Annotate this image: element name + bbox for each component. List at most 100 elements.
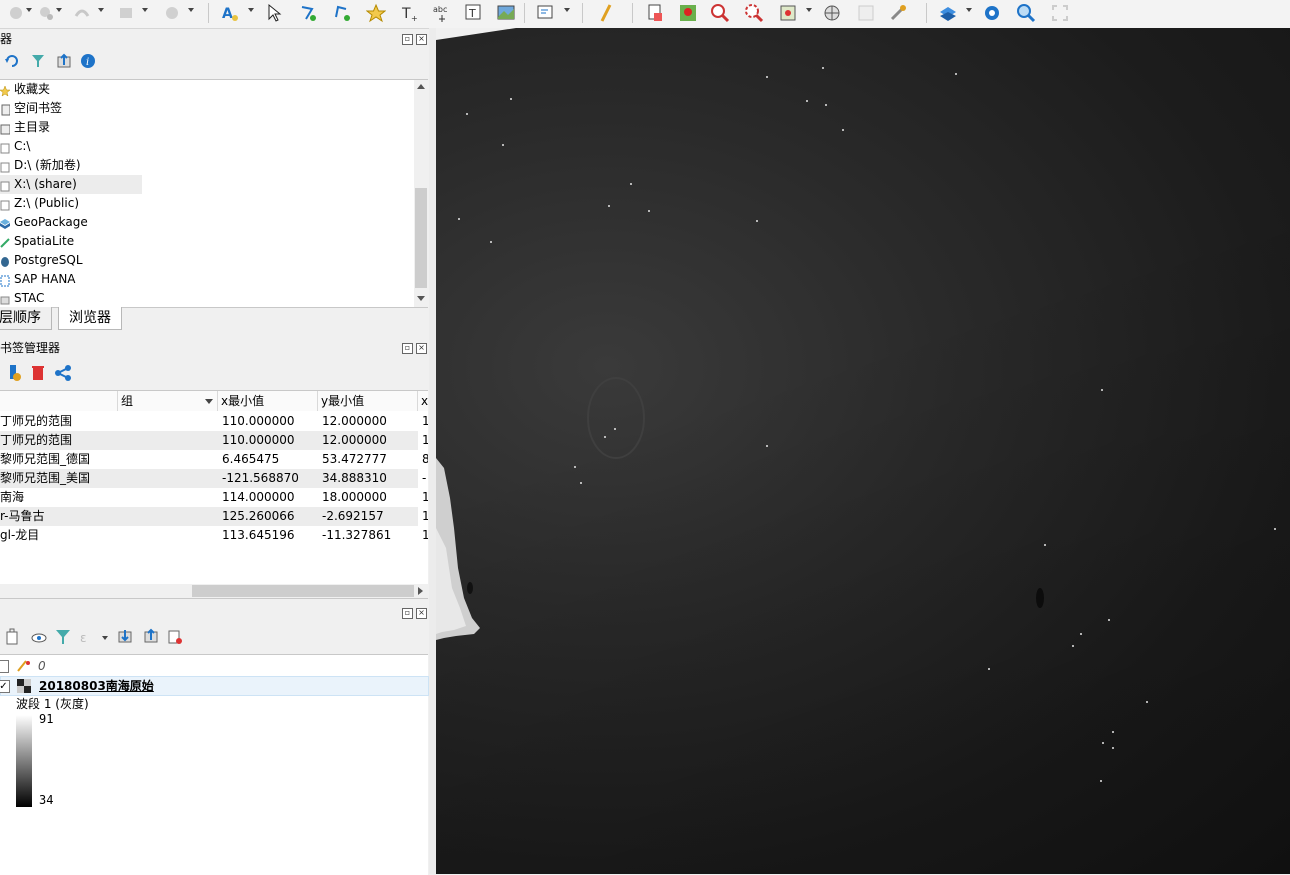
postgresql-icon	[0, 255, 10, 267]
table-row[interactable]: 南海 114.000000 18.000000 1	[0, 488, 428, 507]
tree-item-drive-x[interactable]: X:\ (share)	[0, 175, 77, 194]
globe-icon[interactable]	[820, 2, 844, 24]
svg-text:abc: abc	[433, 5, 447, 14]
add-circle-icon[interactable]	[160, 2, 184, 24]
pin-icon[interactable]	[676, 2, 700, 24]
horizontal-scrollbar[interactable]	[0, 584, 428, 598]
layers-icon[interactable]	[936, 2, 960, 24]
text-icon[interactable]: T +	[398, 2, 422, 24]
svg-text:T: T	[468, 7, 476, 20]
column-header-ymin[interactable]: y最小值	[318, 391, 418, 411]
vertex-tool-icon[interactable]	[330, 2, 354, 24]
delete-bookmark-icon[interactable]	[30, 364, 46, 385]
map-canvas[interactable]	[436, 28, 1290, 874]
expand-all-icon[interactable]	[116, 628, 134, 649]
tree-item-home[interactable]: 主目录	[0, 118, 50, 137]
tree-item-favorites[interactable]: 收藏夹	[0, 80, 50, 99]
legend-min-value: 34	[39, 793, 54, 807]
table-row[interactable]: r-马鲁古 125.260066 -2.692157 1	[0, 507, 428, 526]
layer-item[interactable]: 0	[0, 657, 428, 675]
share-icon[interactable]	[54, 364, 72, 385]
column-header-xmin[interactable]: x最小值	[218, 391, 318, 411]
tree-item-geopackage[interactable]: GeoPackage	[0, 213, 88, 232]
tree-item-drive-z[interactable]: Z:\ (Public)	[0, 194, 79, 213]
home-folder-icon	[0, 122, 11, 134]
table-row[interactable]: gl-龙目 113.645196 -11.327861 1	[0, 526, 428, 545]
select-icon[interactable]	[262, 2, 286, 24]
zoom-full-icon[interactable]	[742, 2, 766, 24]
add-rect-icon[interactable]	[114, 2, 138, 24]
text-annotation-icon[interactable]: T	[462, 2, 486, 24]
expression-filter-icon[interactable]: ε	[78, 628, 96, 649]
select-feature-icon[interactable]	[776, 2, 800, 24]
main-toolbar: A T + abc T	[0, 0, 1290, 29]
tree-item-stac[interactable]: STAC	[0, 289, 44, 307]
browser-scrollbar[interactable]	[414, 80, 428, 307]
node-tool-icon[interactable]	[296, 2, 320, 24]
table-row[interactable]: 黎师兄范围_德国 6.465475 53.472777 8	[0, 450, 428, 469]
add-polygon-icon[interactable]	[34, 2, 58, 24]
add-layer-group-icon[interactable]	[4, 2, 28, 24]
table-row[interactable]: 黎师兄范围_美国 -121.568870 34.888310 -	[0, 469, 426, 488]
remove-layer-icon[interactable]	[166, 628, 184, 649]
tree-item-drive-d[interactable]: D:\ (新加卷)	[0, 156, 81, 175]
refresh-icon[interactable]	[4, 53, 20, 72]
layer-checkbox[interactable]	[0, 660, 9, 673]
raster-layer-icon	[17, 679, 31, 696]
close-panel-button[interactable]: ×	[416, 343, 427, 354]
float-panel-button[interactable]: ▫	[402, 34, 413, 45]
sort-indicator-icon	[205, 399, 213, 404]
filter-legend-icon[interactable]	[54, 628, 72, 649]
panel-splitter[interactable]	[429, 28, 436, 874]
favorite-icon[interactable]	[364, 2, 388, 24]
svg-text:A: A	[222, 6, 233, 22]
tab-browser[interactable]: 浏览器	[58, 307, 122, 330]
move-label-icon[interactable]: abc	[430, 2, 454, 24]
filter-icon[interactable]	[30, 53, 46, 72]
label-icon[interactable]: A	[218, 2, 242, 24]
image-annotation-icon[interactable]	[494, 2, 518, 24]
spatialite-icon	[0, 236, 10, 248]
settings-icon[interactable]	[980, 2, 1004, 24]
style-manager-icon[interactable]	[4, 628, 22, 649]
svg-text:+: +	[411, 14, 418, 23]
fullscreen-icon[interactable]	[1048, 2, 1072, 24]
tree-item-bookmarks[interactable]: 空间书签	[0, 99, 62, 118]
star-icon	[0, 84, 11, 97]
add-line-icon[interactable]	[70, 2, 94, 24]
float-panel-button[interactable]: ▫	[402, 608, 413, 619]
collapse-all-icon[interactable]	[142, 628, 160, 649]
close-panel-button[interactable]: ×	[416, 608, 427, 619]
pen-icon[interactable]	[594, 2, 618, 24]
info-icon[interactable]: i	[80, 53, 96, 72]
table-row[interactable]: 丁师兄的范围 110.000000 12.000000 1	[0, 412, 428, 431]
drive-icon	[0, 160, 10, 172]
tab-layer-order[interactable]: 层顺序	[0, 307, 52, 330]
snapping-icon[interactable]	[854, 2, 878, 24]
tree-item-drive-c[interactable]: C:\	[0, 137, 30, 156]
add-bookmark-icon[interactable]	[6, 364, 22, 385]
close-panel-button[interactable]: ×	[416, 34, 427, 45]
svg-text:i: i	[86, 57, 89, 68]
svg-text:ε: ε	[80, 631, 87, 645]
column-header-xmax[interactable]: x	[418, 391, 428, 411]
script-icon[interactable]	[534, 2, 558, 24]
saphana-icon	[0, 274, 10, 286]
column-header-name[interactable]	[0, 391, 118, 411]
float-panel-button[interactable]: ▫	[402, 343, 413, 354]
duplicate-icon[interactable]	[644, 2, 668, 24]
layer-checkbox-checked[interactable]: ✓	[0, 680, 10, 693]
zoom-in-icon[interactable]	[708, 2, 732, 24]
svg-text:T: T	[401, 6, 411, 22]
tree-item-spatialite[interactable]: SpatiaLite	[0, 232, 74, 251]
browser-panel-title: 器	[0, 32, 13, 46]
tools-icon[interactable]	[886, 2, 910, 24]
tree-item-saphana[interactable]: SAP HANA	[0, 270, 76, 289]
column-header-group[interactable]: 组	[118, 391, 218, 411]
visibility-icon[interactable]	[30, 628, 48, 649]
layer-item[interactable]: ✓ 20180803南海原始	[0, 676, 429, 696]
tree-item-postgresql[interactable]: PostgreSQL	[0, 251, 83, 270]
collapse-icon[interactable]	[56, 53, 72, 72]
table-row[interactable]: 丁师兄的范围 110.000000 12.000000 1	[0, 431, 428, 450]
search-icon[interactable]	[1014, 2, 1038, 24]
